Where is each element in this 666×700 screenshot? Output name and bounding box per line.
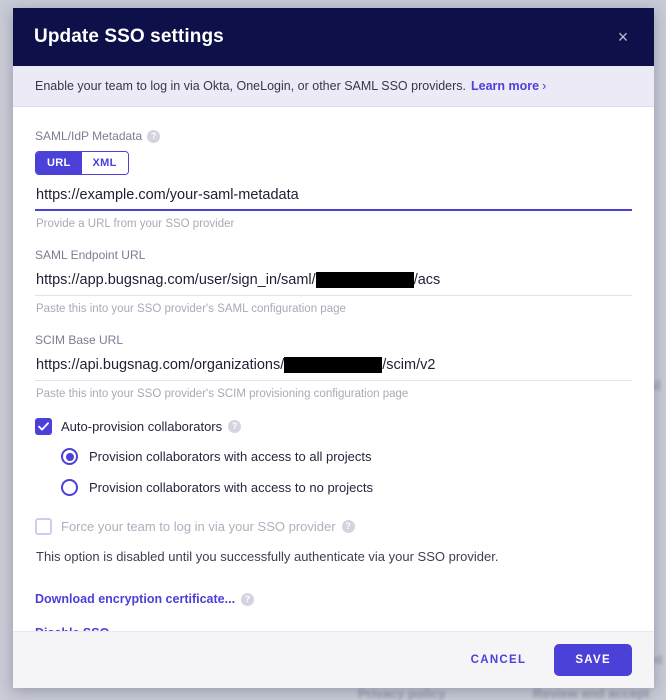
update-sso-settings-dialog: Update SSO settings × Enable your team t… xyxy=(13,8,654,688)
info-banner: Enable your team to log in via Okta, One… xyxy=(13,66,654,107)
force-sso-disabled-note: This option is disabled until you succes… xyxy=(36,549,499,564)
radio-no-projects-label: Provision collaborators with access to n… xyxy=(89,480,373,495)
help-icon[interactable]: ? xyxy=(147,129,161,143)
cancel-button[interactable]: CANCEL xyxy=(461,645,537,675)
toggle-option-url[interactable]: URL xyxy=(36,152,82,174)
saml-endpoint-prefix: https://app.bugsnag.com/user/sign_in/sam… xyxy=(36,272,316,288)
scim-base-suffix: /scim/v2 xyxy=(382,357,436,373)
scim-base-label: SCIM Base URL xyxy=(35,333,124,347)
radio-option-no-projects[interactable]: Provision collaborators with access to n… xyxy=(61,479,632,496)
dialog-header: Update SSO settings × xyxy=(13,8,654,66)
saml-metadata-label: SAML/IdP Metadata xyxy=(35,129,143,143)
dialog-title: Update SSO settings xyxy=(34,26,224,47)
radio-all-projects[interactable] xyxy=(61,448,78,465)
learn-more-link[interactable]: Learn more xyxy=(471,79,539,93)
close-icon[interactable]: × xyxy=(608,22,638,52)
auto-provision-label: Auto-provision collaborators xyxy=(61,419,223,434)
auto-provision-label-group: Auto-provision collaborators ? xyxy=(61,419,242,434)
scim-base-value[interactable]: https://api.bugsnag.com/organizations/ /… xyxy=(35,355,632,381)
force-sso-label: Force your team to log in via your SSO p… xyxy=(61,519,336,534)
saml-endpoint-value[interactable]: https://app.bugsnag.com/user/sign_in/sam… xyxy=(35,270,632,296)
saml-metadata-hint: Provide a URL from your SSO provider xyxy=(36,218,235,230)
radio-option-all-projects[interactable]: Provision collaborators with access to a… xyxy=(61,448,632,465)
info-banner-text: Enable your team to log in via Okta, One… xyxy=(35,79,467,93)
redaction-bar xyxy=(284,357,383,373)
metadata-type-toggle: URL XML xyxy=(35,151,129,175)
saml-endpoint-label: SAML Endpoint URL xyxy=(35,248,146,262)
download-certificate-label: Download encryption certificate... xyxy=(35,592,236,606)
scim-base-prefix: https://api.bugsnag.com/organizations/ xyxy=(36,357,285,373)
help-icon[interactable]: ? xyxy=(228,420,242,433)
saml-metadata-url-input[interactable] xyxy=(35,185,632,211)
save-button[interactable]: SAVE xyxy=(554,644,632,676)
toggle-option-xml[interactable]: XML xyxy=(81,152,128,174)
radio-selected-dot xyxy=(65,452,74,461)
background-review-and-accept-text: Review and accept xyxy=(533,686,650,700)
saml-endpoint-hint: Paste this into your SSO provider's SAML… xyxy=(36,303,346,315)
radio-all-projects-label: Provision collaborators with access to a… xyxy=(89,449,372,464)
background-privacy-policy-link: Privacy policy xyxy=(358,686,446,700)
auto-provision-checkbox[interactable] xyxy=(35,418,52,435)
force-sso-label-group: Force your team to log in via your SSO p… xyxy=(61,519,355,534)
saml-metadata-label-row: SAML/IdP Metadata ? xyxy=(35,129,632,143)
help-icon[interactable]: ? xyxy=(341,520,355,533)
auto-provision-row[interactable]: Auto-provision collaborators ? xyxy=(35,418,632,435)
download-encryption-certificate-link[interactable]: Download encryption certificate... ? xyxy=(35,592,255,606)
redaction-bar xyxy=(315,272,414,288)
force-sso-row: Force your team to log in via your SSO p… xyxy=(35,518,632,535)
dialog-body: SAML/IdP Metadata ? URL XML Provide a UR… xyxy=(13,107,654,631)
radio-no-projects[interactable] xyxy=(61,479,78,496)
dialog-footer: CANCEL SAVE xyxy=(13,631,654,688)
saml-endpoint-suffix: /acs xyxy=(413,272,441,288)
help-icon[interactable]: ? xyxy=(241,592,255,606)
chevron-right-icon: › xyxy=(542,79,547,93)
force-sso-checkbox xyxy=(35,518,52,535)
scim-base-hint: Paste this into your SSO provider's SCIM… xyxy=(36,388,409,400)
